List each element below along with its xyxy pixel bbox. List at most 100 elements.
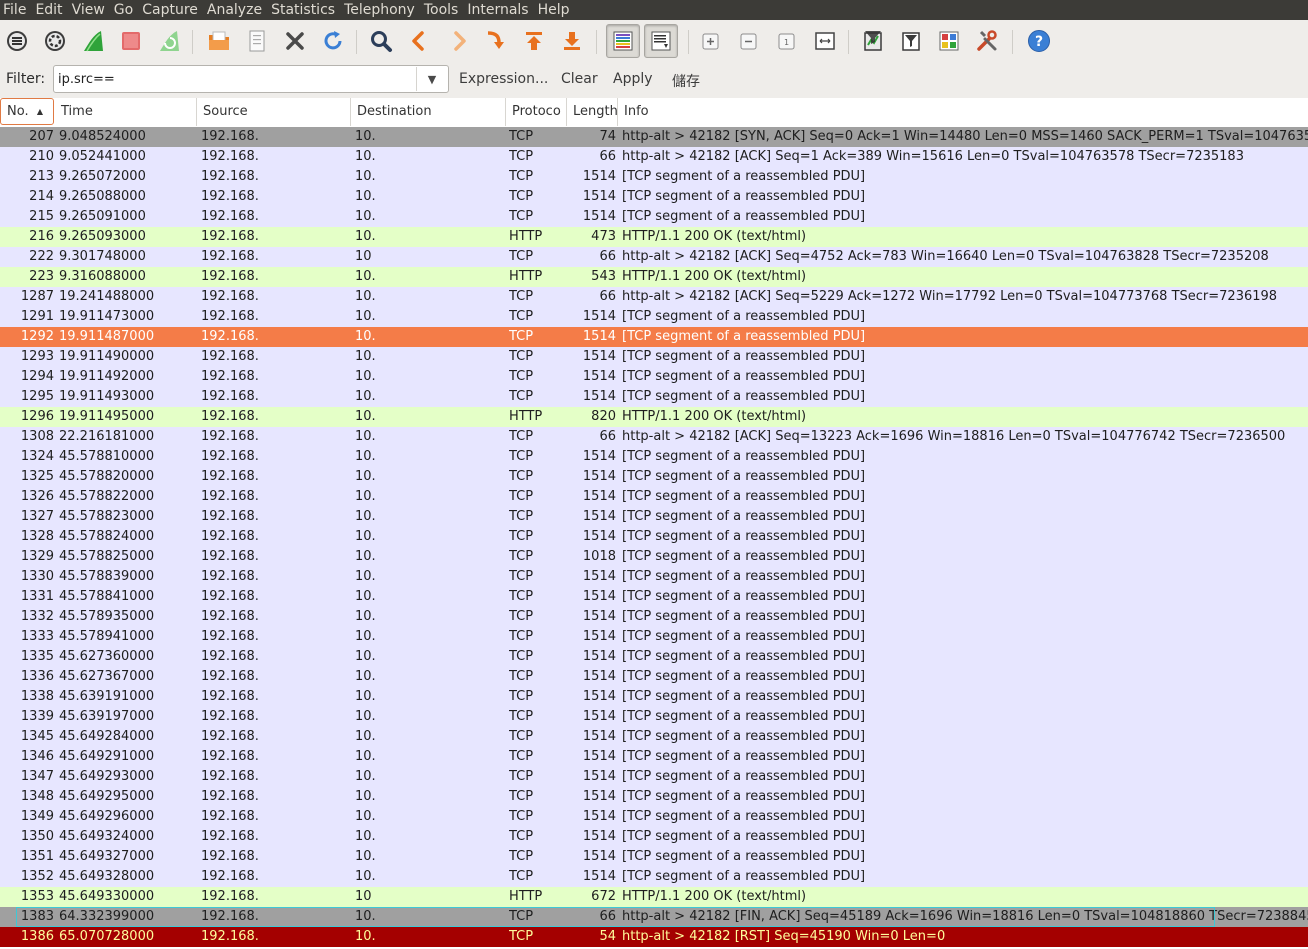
packet-row[interactable]: 1351 45.649327000 192.168. 10. TCP 1514 [TCP s…: [0, 847, 1308, 867]
filter-input[interactable]: [58, 69, 414, 89]
packet-row[interactable]: 1287 19.241488000 192.168. 10. TCP 66 http-alt…: [0, 287, 1308, 307]
packet-row[interactable]: 1333 45.578941000 192.168. 10. TCP 1514 [TCP s…: [0, 627, 1308, 647]
packet-row[interactable]: 1345 45.649284000 192.168. 10. TCP 1514 [TCP s…: [0, 727, 1308, 747]
packet-cell-no: 1293: [20, 349, 54, 364]
packet-row[interactable]: 214 9.265088000 192.168. 10. TCP 1514 [TCP seg…: [0, 187, 1308, 207]
column-header-info[interactable]: Info: [618, 98, 1308, 126]
packet-row[interactable]: 1308 22.216181000 192.168. 10. TCP 66 http-alt…: [0, 427, 1308, 447]
column-header-time[interactable]: Time: [55, 98, 197, 126]
menu-file[interactable]: File: [0, 0, 32, 20]
go-forward-icon[interactable]: [444, 24, 474, 58]
help-icon[interactable]: ?: [1024, 24, 1054, 58]
column-header-source[interactable]: Source: [197, 98, 351, 126]
list-interfaces-icon[interactable]: [2, 24, 32, 58]
packet-row[interactable]: 1293 19.911490000 192.168. 10. TCP 1514 [TCP s…: [0, 347, 1308, 367]
packet-cell-len: 1514: [582, 869, 616, 884]
reload-icon[interactable]: [318, 24, 348, 58]
packet-row[interactable]: 1336 45.627367000 192.168. 10. TCP 1514 [TCP s…: [0, 667, 1308, 687]
packet-row[interactable]: 1348 45.649295000 192.168. 10. TCP 1514 [TCP s…: [0, 787, 1308, 807]
display-filters-icon[interactable]: [896, 24, 926, 58]
packet-row[interactable]: 215 9.265091000 192.168. 10. TCP 1514 [TCP seg…: [0, 207, 1308, 227]
menu-analyze[interactable]: Analyze: [204, 0, 268, 20]
packet-row[interactable]: 1339 45.639197000 192.168. 10. TCP 1514 [TCP s…: [0, 707, 1308, 727]
zoom-in-icon[interactable]: [696, 24, 726, 58]
find-packet-icon[interactable]: [366, 24, 396, 58]
save-file-icon[interactable]: [242, 24, 272, 58]
packet-row[interactable]: 1350 45.649324000 192.168. 10. TCP 1514 [TCP s…: [0, 827, 1308, 847]
capture-options-icon[interactable]: [40, 24, 70, 58]
packet-row[interactable]: 1347 45.649293000 192.168. 10. TCP 1514 [TCP s…: [0, 767, 1308, 787]
packet-row[interactable]: 213 9.265072000 192.168. 10. TCP 1514 [TCP seg…: [0, 167, 1308, 187]
packet-row[interactable]: 1335 45.627360000 192.168. 10. TCP 1514 [TCP s…: [0, 647, 1308, 667]
apply-button[interactable]: Apply: [613, 71, 653, 87]
menu-view[interactable]: View: [69, 0, 111, 20]
packet-row[interactable]: 223 9.316088000 192.168. 10. HTTP 543 HTTP/1.1…: [0, 267, 1308, 287]
packet-row[interactable]: 1324 45.578810000 192.168. 10. TCP 1514 [TCP s…: [0, 447, 1308, 467]
chevron-down-icon[interactable]: ▼: [416, 67, 447, 91]
colorize-icon[interactable]: [606, 24, 640, 58]
packet-row[interactable]: 1349 45.649296000 192.168. 10. TCP 1514 [TCP s…: [0, 807, 1308, 827]
go-back-icon[interactable]: [404, 24, 434, 58]
menu-go[interactable]: Go: [111, 0, 139, 20]
menu-edit[interactable]: Edit: [32, 0, 68, 20]
packet-row[interactable]: 1328 45.578824000 192.168. 10. TCP 1514 [TCP s…: [0, 527, 1308, 547]
packet-row[interactable]: 1294 19.911492000 192.168. 10. TCP 1514 [TCP s…: [0, 367, 1308, 387]
expression-button[interactable]: Expression...: [459, 71, 548, 87]
packet-row[interactable]: 1346 45.649291000 192.168. 10. TCP 1514 [TCP s…: [0, 747, 1308, 767]
column-header-destination[interactable]: Destination: [351, 98, 506, 126]
packet-row[interactable]: 222 9.301748000 192.168. 10 TCP 66 http-alt > …: [0, 247, 1308, 267]
packet-row[interactable]: 1295 19.911493000 192.168. 10. TCP 1514 [TCP s…: [0, 387, 1308, 407]
menu-help[interactable]: Help: [535, 0, 576, 20]
menu-telephony[interactable]: Telephony: [341, 0, 421, 20]
column-header-length[interactable]: Length: [567, 98, 618, 126]
packet-cell-time: 45.649291000: [59, 749, 155, 764]
packet-row[interactable]: 1332 45.578935000 192.168. 10. TCP 1514 [TCP s…: [0, 607, 1308, 627]
go-first-icon[interactable]: [519, 24, 549, 58]
packet-row[interactable]: 1326 45.578822000 192.168. 10. TCP 1514 [TCP s…: [0, 487, 1308, 507]
capture-filters-icon[interactable]: [858, 24, 888, 58]
packet-row[interactable]: 1386 65.070728000 192.168. 10. TCP 54 http-alt…: [0, 927, 1308, 947]
start-capture-icon[interactable]: [78, 24, 108, 58]
packet-row[interactable]: 207 9.048524000 192.168. 10. TCP 74 http-alt >…: [0, 127, 1308, 147]
open-file-icon[interactable]: [204, 24, 234, 58]
go-last-icon[interactable]: [557, 24, 587, 58]
restart-capture-icon[interactable]: [154, 24, 184, 58]
packet-row[interactable]: 1338 45.639191000 192.168. 10. TCP 1514 [TCP s…: [0, 687, 1308, 707]
close-file-icon[interactable]: [280, 24, 310, 58]
menu-statistics[interactable]: Statistics: [268, 0, 341, 20]
packet-row[interactable]: 1296 19.911495000 192.168. 10. HTTP 820 HTTP/1…: [0, 407, 1308, 427]
column-header-protocol[interactable]: Protoco: [506, 98, 567, 126]
autoscroll-icon[interactable]: [644, 24, 678, 58]
packet-cell-src: 192.168.: [201, 149, 259, 164]
save-filter-button[interactable]: 儲存: [672, 71, 700, 91]
menu-tools[interactable]: Tools: [421, 0, 465, 20]
packet-row[interactable]: 210 9.052441000 192.168. 10. TCP 66 http-alt >…: [0, 147, 1308, 167]
stop-capture-icon[interactable]: [116, 24, 146, 58]
preferences-icon[interactable]: [972, 24, 1002, 58]
go-to-packet-icon[interactable]: [480, 24, 510, 58]
packet-row[interactable]: 1330 45.578839000 192.168. 10. TCP 1514 [TCP s…: [0, 567, 1308, 587]
packet-row[interactable]: 1331 45.578841000 192.168. 10. TCP 1514 [TCP s…: [0, 587, 1308, 607]
menu-internals[interactable]: Internals: [464, 0, 534, 20]
packet-cell-time: 9.048524000: [59, 129, 146, 144]
packet-row[interactable]: 1291 19.911473000 192.168. 10. TCP 1514 [TCP s…: [0, 307, 1308, 327]
packet-row[interactable]: 1329 45.578825000 192.168. 10. TCP 1018 [TCP s…: [0, 547, 1308, 567]
packet-cell-src: 192.168.: [201, 429, 259, 444]
packet-row[interactable]: 1327 45.578823000 192.168. 10. TCP 1514 [TCP s…: [0, 507, 1308, 527]
column-header-no[interactable]: No. ▲: [0, 98, 54, 125]
packet-row[interactable]: 1383 64.332399000 192.168. 10. TCP 66 http-alt…: [0, 907, 1308, 927]
zoom-normal-icon[interactable]: 1: [772, 24, 802, 58]
packet-row[interactable]: 1353 45.649330000 192.168. 10 HTTP 672 HTTP/1.…: [0, 887, 1308, 907]
packet-row[interactable]: 216 9.265093000 192.168. 10. HTTP 473 HTTP/1.1…: [0, 227, 1308, 247]
menu-capture[interactable]: Capture: [139, 0, 204, 20]
packet-row[interactable]: 1352 45.649328000 192.168. 10. TCP 1514 [TCP s…: [0, 867, 1308, 887]
packet-cell-time: 19.911492000: [59, 369, 155, 384]
packet-row[interactable]: 1292 19.911487000 192.168. 10. TCP 1514 [TCP s…: [0, 327, 1308, 347]
zoom-out-icon[interactable]: [734, 24, 764, 58]
packet-row[interactable]: 1325 45.578820000 192.168. 10. TCP 1514 [TCP s…: [0, 467, 1308, 487]
resize-columns-icon[interactable]: [810, 24, 840, 58]
coloring-rules-icon[interactable]: [934, 24, 964, 58]
clear-button[interactable]: Clear: [561, 71, 598, 87]
packet-cell-proto: TCP: [509, 509, 534, 524]
filter-combobox[interactable]: ▼: [53, 65, 449, 93]
